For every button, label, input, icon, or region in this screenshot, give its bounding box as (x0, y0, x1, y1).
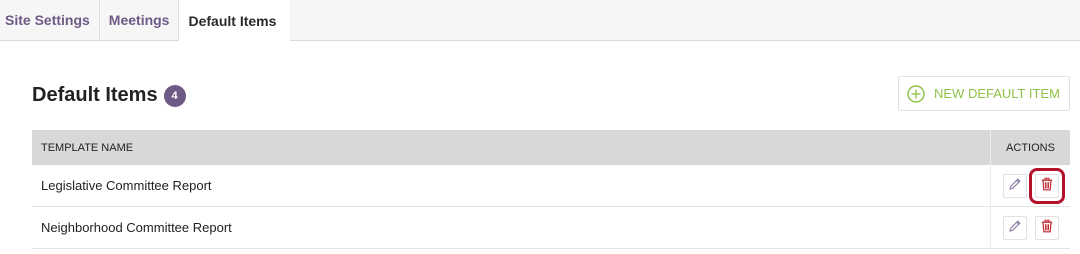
column-header-template-name[interactable]: TEMPLATE NAME (32, 130, 990, 165)
edit-button[interactable] (1002, 173, 1027, 198)
delete-button[interactable] (1028, 167, 1065, 204)
tab-meetings[interactable]: Meetings (100, 0, 180, 40)
table-header: TEMPLATE NAME ACTIONS (32, 130, 1070, 165)
page-title: Default Items (32, 84, 158, 106)
new-default-item-button[interactable]: NEW DEFAULT ITEM (898, 76, 1070, 111)
column-header-actions: ACTIONS (990, 130, 1070, 165)
page-header: Default Items 4 (32, 84, 186, 107)
pencil-icon (1008, 177, 1022, 194)
new-button-label: NEW DEFAULT ITEM (934, 86, 1060, 101)
table-row: Legislative Committee Report (32, 165, 1070, 207)
actions-cell (990, 207, 1070, 248)
count-badge: 4 (163, 84, 186, 107)
edit-button[interactable] (1002, 215, 1027, 240)
plus-circle-icon (907, 84, 925, 103)
breadcrumb-tabs: Site Settings Meetings Default Items (0, 0, 1080, 41)
actions-cell (990, 165, 1070, 206)
template-name-cell[interactable]: Neighborhood Committee Report (32, 207, 990, 248)
delete-button[interactable] (1034, 215, 1059, 240)
trash-icon (1040, 219, 1054, 236)
default-items-table: TEMPLATE NAME ACTIONS Legislative Commit… (32, 130, 1070, 249)
tab-label: Site Settings (5, 12, 90, 28)
table-row: Neighborhood Committee Report (32, 207, 1070, 249)
template-name-cell[interactable]: Legislative Committee Report (32, 165, 990, 206)
tab-label: Default Items (188, 12, 277, 29)
tab-site-settings[interactable]: Site Settings (0, 0, 100, 40)
tab-default-items[interactable]: Default Items (179, 0, 291, 41)
tab-label: Meetings (108, 12, 170, 28)
trash-icon (1040, 177, 1054, 194)
pencil-icon (1008, 219, 1022, 236)
